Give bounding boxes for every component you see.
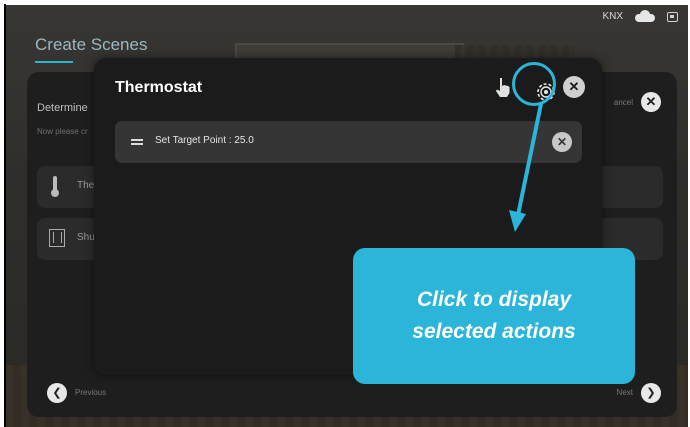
action-row[interactable]: Set Target Point : 25.0 ✕ [115,121,582,163]
page-title: Create Scenes [35,35,148,54]
panel-subheading: Now please cr [37,127,88,136]
panel-close-button[interactable]: ✕ [641,92,661,112]
device-label: Shu [77,232,95,243]
previous-button[interactable]: ❮ [47,383,67,403]
shutter-icon [49,229,65,247]
highlight-ring [512,62,556,106]
action-label: Set Target Point : 25.0 [155,135,254,146]
panel-heading: Determine [37,102,88,114]
protocol-label: KNX [602,11,623,22]
device-label: The [77,180,95,191]
next-label: Next [616,388,633,397]
drag-handle-icon[interactable] [131,139,143,145]
callout-text: Click to display selected actions [412,288,576,343]
modal-title: Thermostat [115,79,203,96]
title-underline [35,61,73,63]
remove-action-button[interactable]: ✕ [552,132,572,152]
modal-close-button[interactable]: ✕ [563,76,585,98]
hand-pointer-icon[interactable] [494,76,512,98]
annotation-callout: Click to display selected actions [353,248,635,384]
frame-border [4,4,6,427]
thermometer-icon [51,176,59,197]
previous-label: Previous [75,388,107,397]
next-button[interactable]: ❯ [641,383,661,403]
window-icon[interactable] [667,11,678,22]
cloud-icon [635,10,655,22]
cancel-label[interactable]: ancel [614,98,633,107]
status-bar: KNX [602,10,678,22]
